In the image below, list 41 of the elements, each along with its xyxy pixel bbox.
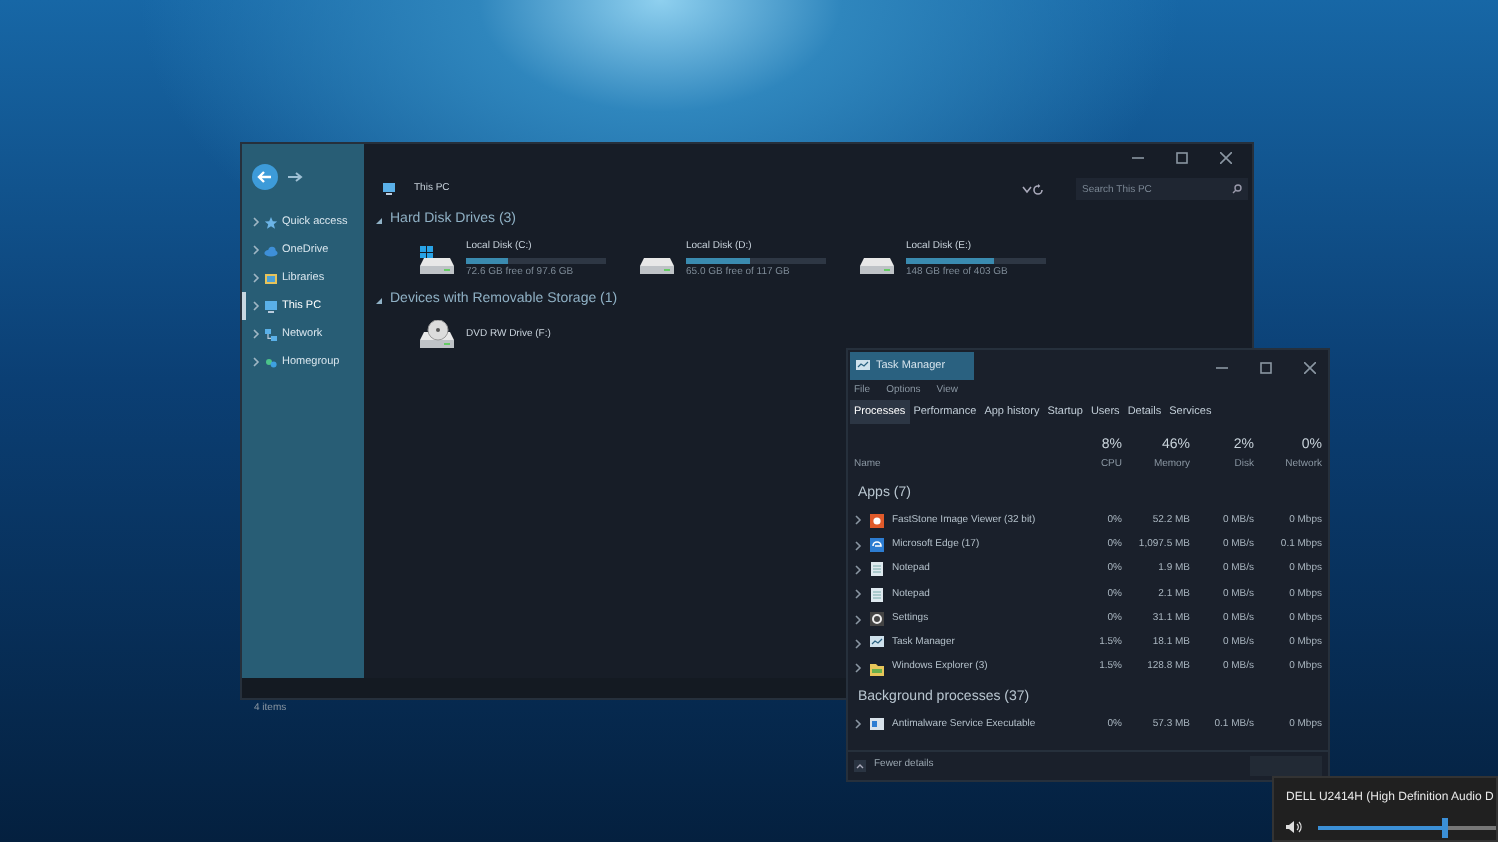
chevron-icon[interactable] (252, 328, 260, 340)
gear-icon (870, 612, 884, 627)
camera-icon (870, 513, 884, 528)
chevron-icon[interactable] (252, 356, 260, 368)
slider-thumb[interactable] (1442, 817, 1449, 837)
computer-icon (382, 182, 398, 196)
forward-arrow-icon[interactable] (286, 168, 304, 186)
people-icon (264, 355, 278, 369)
minimize-icon[interactable] (1216, 362, 1228, 374)
collapse-icon (854, 760, 866, 772)
back-arrow-icon[interactable] (252, 164, 278, 190)
collapse-icon[interactable] (376, 217, 382, 223)
library-icon (264, 271, 278, 285)
notepad-icon (870, 562, 884, 577)
system-drive-icon[interactable] (418, 245, 458, 275)
monitor-icon (870, 636, 884, 651)
disc-drive-icon[interactable] (418, 320, 458, 350)
folder-icon (870, 661, 884, 676)
chevron-icon[interactable] (252, 244, 260, 256)
window-icon (870, 717, 884, 732)
refresh-icon[interactable] (1032, 183, 1044, 195)
search-icon[interactable] (1232, 184, 1242, 194)
chevron-icon[interactable] (252, 300, 260, 312)
star-icon (264, 215, 278, 229)
monitor-icon (856, 360, 870, 372)
dropdown-icon[interactable] (1022, 185, 1032, 193)
chevron-icon[interactable] (854, 718, 862, 731)
close-icon[interactable] (1220, 152, 1232, 164)
cloud-icon (264, 243, 278, 257)
chevron-icon[interactable] (252, 216, 260, 228)
collapse-icon[interactable] (376, 297, 382, 303)
network-icon (264, 327, 278, 341)
minimize-icon[interactable] (1132, 152, 1144, 164)
notepad-icon (870, 587, 884, 602)
chevron-icon[interactable] (252, 272, 260, 284)
computer-icon (264, 299, 278, 313)
maximize-icon[interactable] (1260, 362, 1272, 374)
speaker-icon[interactable] (1286, 820, 1302, 834)
close-icon[interactable] (1304, 362, 1316, 374)
browser-icon (870, 538, 884, 553)
maximize-icon[interactable] (1176, 152, 1188, 164)
